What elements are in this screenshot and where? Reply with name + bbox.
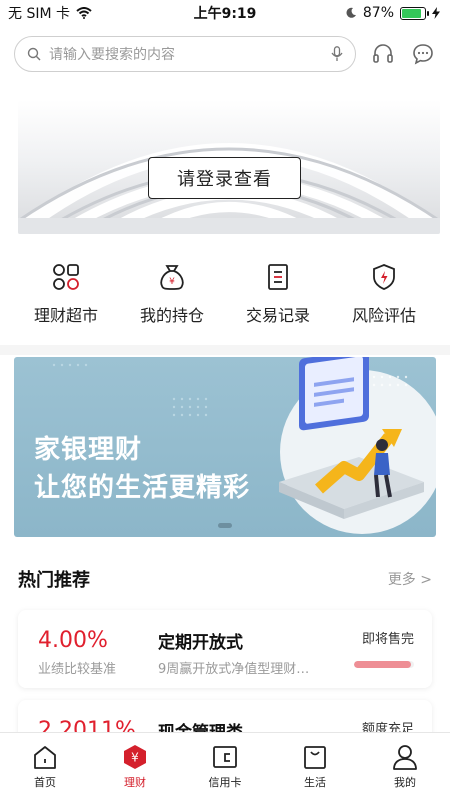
headset-icon[interactable] xyxy=(372,43,394,65)
wealth-icon: ¥ xyxy=(124,745,146,769)
quick-label: 交易记录 xyxy=(245,306,310,325)
status-bar: 无 SIM 卡 上午9:19 87% xyxy=(0,0,450,26)
quick-label: 风险评估 xyxy=(351,306,416,325)
shield-icon xyxy=(373,264,395,290)
product-rate: 4.00% xyxy=(38,628,108,653)
product-status: 即将售完 xyxy=(361,632,414,647)
product-desc: 9周赢开放式净值型理财产品 xyxy=(158,662,318,677)
card-icon xyxy=(213,746,237,768)
money-bag-icon: ¥ xyxy=(160,265,184,290)
tab-credit-card[interactable]: 信用卡 xyxy=(180,733,270,800)
message-icon[interactable] xyxy=(412,43,434,65)
user-icon xyxy=(393,745,417,770)
tab-life[interactable]: 生活 xyxy=(270,733,360,800)
promo-banner[interactable]: 家银理财 让您的生活更精彩 xyxy=(14,357,436,537)
status-left: 无 SIM 卡 xyxy=(8,3,92,23)
more-link[interactable]: 更多 > xyxy=(388,569,432,589)
status-right: 87% xyxy=(345,5,440,21)
promo-title-line1: 家银理财 xyxy=(34,435,143,465)
tab-wealth[interactable]: ¥ 理财 xyxy=(90,733,180,800)
section-title: 热门推荐 xyxy=(18,570,90,591)
document-icon xyxy=(268,264,288,290)
tab-label: 首页 xyxy=(34,776,56,789)
product-progress xyxy=(354,661,414,668)
svg-text:¥: ¥ xyxy=(131,751,139,765)
search-placeholder: 请输入要搜索的内容 xyxy=(49,47,175,63)
tab-label: 我的 xyxy=(394,776,416,789)
home-icon xyxy=(34,746,56,769)
search-row: 请输入要搜索的内容 xyxy=(14,36,438,72)
product-progress-fill xyxy=(354,661,411,668)
quick-label: 理财超市 xyxy=(33,306,98,325)
hot-section-header: 热门推荐 更多 > xyxy=(18,566,432,592)
quick-item-holdings[interactable]: ¥ 我的持仓 xyxy=(120,262,224,332)
tab-home[interactable]: 首页 xyxy=(0,733,90,800)
tab-label: 信用卡 xyxy=(208,776,242,789)
quick-item-risk[interactable]: 风险评估 xyxy=(332,262,436,332)
moon-icon xyxy=(346,7,356,18)
product-name: 定期开放式 xyxy=(158,633,243,653)
carousel-indicator xyxy=(218,523,232,528)
login-button[interactable]: 请登录查看 xyxy=(148,157,301,199)
login-banner: 请登录查看 xyxy=(18,100,440,234)
charging-icon xyxy=(432,7,440,19)
battery-percent: 87% xyxy=(362,5,394,21)
svg-text:¥: ¥ xyxy=(169,277,175,287)
product-card[interactable]: 4.00% 业绩比较基准 定期开放式 9周赢开放式净值型理财产品 即将售完 xyxy=(18,610,432,688)
tab-bar: 首页 ¥ 理财 信用卡 生活 我的 xyxy=(0,732,450,800)
promo-title-line2: 让您的生活更精彩 xyxy=(34,473,251,503)
quick-menu: 理财超市 ¥ 我的持仓 交易记录 风险评估 xyxy=(14,262,436,332)
quick-label: 我的持仓 xyxy=(139,306,204,325)
product-rate-label: 业绩比较基准 xyxy=(38,662,117,677)
search-input[interactable]: 请输入要搜索的内容 xyxy=(14,36,356,72)
quick-item-market[interactable]: 理财超市 xyxy=(14,262,118,332)
quick-item-records[interactable]: 交易记录 xyxy=(226,262,330,332)
bag-icon xyxy=(304,746,326,769)
microphone-icon[interactable] xyxy=(331,46,343,62)
tab-mine[interactable]: 我的 xyxy=(360,733,450,800)
battery-level xyxy=(402,8,422,18)
header-icons xyxy=(372,43,434,65)
tab-label: 理财 xyxy=(124,776,146,789)
grid-icon xyxy=(53,264,79,290)
battery-icon xyxy=(400,6,429,20)
search-icon xyxy=(27,47,41,61)
tab-label: 生活 xyxy=(304,776,326,789)
section-divider xyxy=(0,345,450,355)
carrier-label: 无 SIM 卡 xyxy=(8,6,70,22)
wifi-icon xyxy=(76,7,92,19)
